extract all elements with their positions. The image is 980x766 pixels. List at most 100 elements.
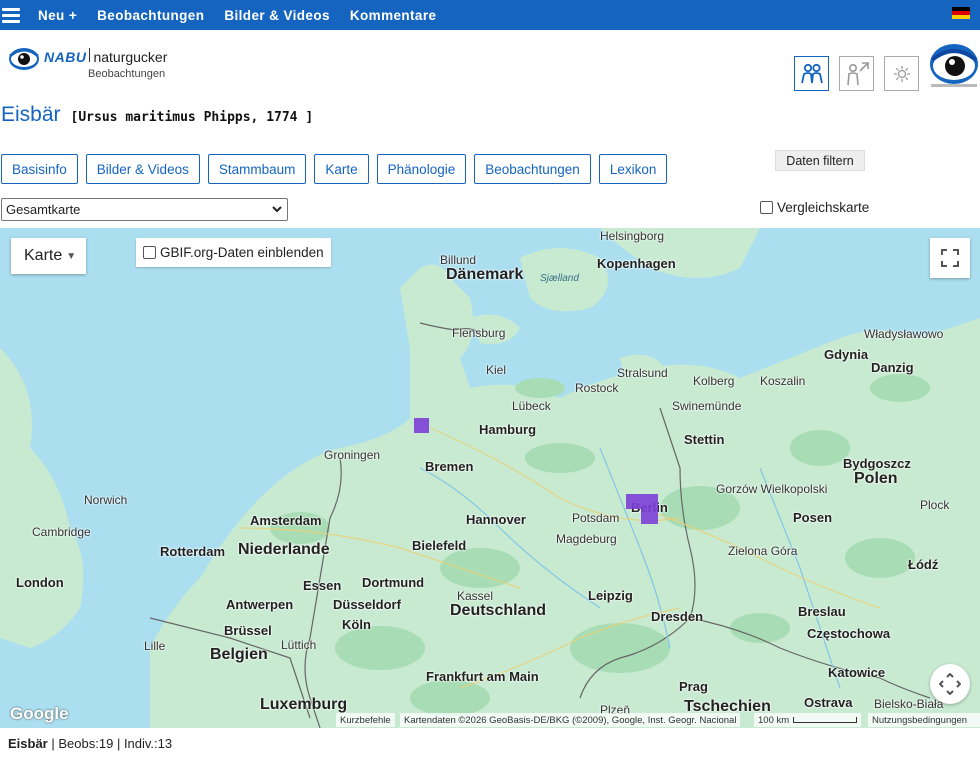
map-label: Łódź — [908, 557, 939, 572]
tab-stammbaum[interactable]: Stammbaum — [207, 154, 307, 184]
map-label: Gdynia — [824, 347, 869, 362]
observation-marker[interactable] — [641, 494, 658, 509]
species-tabs: Basisinfo Bilder & Videos Stammbaum Kart… — [1, 154, 675, 184]
map-label: Belgien — [210, 646, 268, 663]
species-common-name: Eisbär — [1, 103, 61, 126]
tab-basisinfo[interactable]: Basisinfo — [1, 154, 78, 184]
map-label: Koszalin — [760, 374, 806, 388]
caret-down-icon: ▼ — [66, 250, 77, 262]
summary-individuals: Indiv.:13 — [123, 736, 173, 751]
gbif-label: GBIF.org-Daten einblenden — [160, 245, 324, 260]
map-base — [0, 228, 980, 728]
map-type-label: Karte — [24, 247, 63, 264]
observation-marker[interactable] — [626, 494, 641, 509]
observation-marker[interactable] — [414, 418, 429, 433]
map-label: Dänemark — [446, 266, 524, 283]
compare-checkbox[interactable] — [760, 201, 773, 214]
menu-icon[interactable] — [2, 7, 20, 23]
map-label: Kassel — [457, 589, 494, 603]
map-label: Lille — [144, 639, 166, 653]
map-label: Katowice — [828, 665, 886, 680]
map-label: Częstochowa — [807, 626, 891, 641]
summary-species: Eisbär — [8, 736, 48, 751]
gbif-toggle[interactable]: GBIF.org-Daten einblenden — [136, 238, 331, 267]
tab-phaenologie[interactable]: Phänologie — [376, 154, 467, 184]
map-label: Dortmund — [362, 575, 425, 590]
map-label: Potsdam — [572, 511, 620, 525]
sun-icon[interactable] — [884, 56, 919, 91]
tab-lexikon[interactable]: Lexikon — [598, 154, 668, 184]
map-label: Zielona Góra — [728, 544, 798, 558]
map-label: Luxemburg — [260, 696, 348, 713]
map-label: Deutschland — [450, 602, 547, 619]
map-label: Bielefeld — [412, 538, 467, 553]
map-label: Frankfurt am Main — [426, 669, 539, 684]
top-nav: Neu + Beobachtungen Bilder & Videos Komm… — [0, 0, 980, 30]
tab-media[interactable]: Bilder & Videos — [85, 154, 200, 184]
map-select[interactable]: Gesamtkarte — [1, 198, 288, 221]
map-label: Plock — [920, 498, 950, 512]
nav-comments[interactable]: Kommentare — [350, 8, 437, 23]
nav-observations[interactable]: Beobachtungen — [97, 8, 204, 23]
map-label: Gorzów Wielkopolski — [716, 482, 828, 496]
map-label: Danzig — [871, 360, 914, 375]
logo-brand: NABU — [44, 49, 87, 65]
map-label: Norwich — [84, 493, 128, 507]
map-label: Cambridge — [32, 525, 91, 539]
fullscreen-icon[interactable] — [930, 238, 970, 278]
map-label: Prag — [679, 679, 708, 694]
map-label: Brüssel — [224, 623, 272, 638]
map-label: Essen — [303, 578, 342, 593]
tab-beobachtungen[interactable]: Beobachtungen — [474, 154, 591, 184]
map-label: Magdeburg — [556, 532, 617, 546]
naturgucker-eye-icon — [929, 42, 979, 90]
tab-karte[interactable]: Karte — [314, 154, 369, 184]
map-label: Hamburg — [479, 422, 537, 437]
site-logo[interactable]: NABU naturgucker Beobachtungen — [8, 42, 167, 80]
map-type-button[interactable]: Karte ▼ — [11, 238, 87, 274]
map-select-value: Gesamtkarte — [6, 202, 81, 217]
pan-control-icon[interactable] — [930, 664, 970, 704]
map-label: Stralsund — [617, 366, 668, 380]
map[interactable]: Helsingborg Billund Dänemark Sjælland Kopenh… — [0, 228, 980, 728]
species-scientific-name: [Ursus maritimus Phipps, 1774 ] — [70, 110, 314, 125]
compare-label: Vergleichskarte — [777, 200, 870, 215]
map-label: Władysławowo — [864, 327, 944, 341]
keyboard-shortcuts-link[interactable]: Kurzbefehle — [336, 713, 395, 727]
map-label: Bremen — [425, 459, 474, 474]
map-label: Groningen — [324, 448, 381, 462]
map-label: Swinemünde — [672, 399, 742, 413]
observation-summary: Eisbär | Beobs:19 | Indiv.:13 — [8, 736, 173, 751]
map-label: Dresden — [651, 609, 704, 624]
map-label: Bydgoszcz — [843, 456, 911, 471]
map-label: Kolberg — [693, 374, 735, 388]
map-label: Düsseldorf — [333, 597, 401, 612]
map-label: Hannover — [466, 512, 526, 527]
compare-map-toggle[interactable]: Vergleichskarte — [760, 200, 869, 215]
map-label: Rotterdam — [160, 544, 226, 559]
observation-marker[interactable] — [641, 509, 658, 524]
logo-subtitle: Beobachtungen — [88, 68, 166, 80]
map-label: Amsterdam — [250, 513, 322, 528]
people-icon[interactable] — [794, 56, 829, 91]
nav-media[interactable]: Bilder & Videos — [224, 8, 330, 23]
map-scale: 100 km — [754, 713, 862, 727]
map-label: Leipzig — [588, 588, 633, 603]
species-title: Eisbär [Ursus maritimus Phipps, 1774 ] — [1, 103, 313, 127]
male-arrow-icon[interactable] — [839, 56, 874, 91]
map-label: Kiel — [486, 363, 507, 377]
map-label: Lübeck — [512, 399, 551, 413]
map-label: Niederlande — [238, 541, 330, 558]
map-label: Ostrava — [804, 695, 853, 710]
german-flag-icon[interactable] — [952, 7, 970, 19]
chevron-down-icon — [271, 203, 283, 218]
nav-new[interactable]: Neu + — [38, 8, 77, 23]
terms-link[interactable]: Nutzungsbedingungen — [868, 713, 980, 727]
eye-logo-icon — [8, 42, 40, 74]
filter-button[interactable]: Daten filtern — [775, 150, 865, 171]
map-label: Helsingborg — [600, 229, 665, 243]
map-data-credit: Kartendaten ©2026 GeoBasis-DE/BKG (©2009… — [400, 713, 741, 727]
map-label: London — [16, 575, 64, 590]
map-label: Polen — [854, 470, 898, 487]
gbif-checkbox[interactable] — [143, 246, 156, 259]
